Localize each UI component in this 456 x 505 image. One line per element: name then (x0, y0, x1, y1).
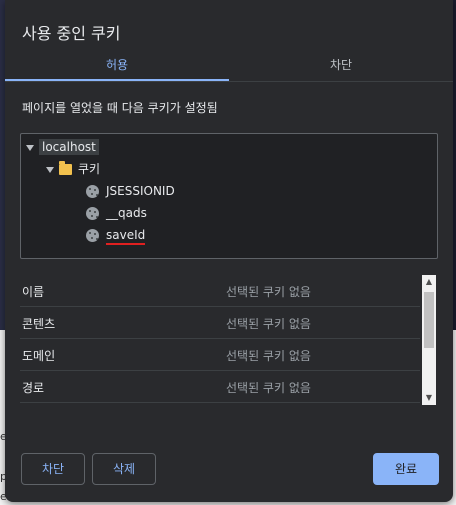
block-button[interactable]: 차단 (21, 453, 85, 485)
details-scrollbar[interactable]: ▲ ▼ (422, 275, 436, 405)
details-key: 경로 (22, 381, 45, 395)
expand-arrow-icon[interactable] (46, 166, 54, 173)
tab-bar: 허용 차단 (5, 51, 453, 82)
scroll-thumb[interactable] (424, 292, 434, 348)
tree-node-label: __qads (106, 206, 147, 220)
details-value: 선택된 쿠키 없음 (226, 317, 311, 331)
details-value: 선택된 쿠키 없음 (226, 285, 311, 299)
done-button[interactable]: 완료 (373, 453, 439, 485)
tree-node-label: saveId (106, 228, 146, 245)
cookies-dialog: 사용 중인 쿠키 허용 차단 페이지를 열었을 때 다음 쿠키가 설정됨 loc… (5, 0, 453, 502)
tree-node-label: JSESSIONID (106, 184, 175, 198)
tree-node-label: localhost (39, 139, 99, 155)
details-key: 콘텐츠 (22, 317, 56, 331)
dialog-title: 사용 중인 쿠키 (22, 24, 121, 43)
cookie-tree: localhost 쿠키 JSESSIONID __qads saveId (20, 133, 438, 259)
tree-node-cookie[interactable]: __qads (86, 203, 147, 223)
cookie-icon (86, 229, 99, 242)
delete-button[interactable]: 삭제 (92, 453, 156, 485)
details-row: 이름 선택된 쿠키 없음 (20, 275, 420, 307)
tree-node-label: 쿠키 (78, 162, 101, 176)
cookie-icon (86, 185, 99, 198)
tree-node-cookie[interactable]: saveId (86, 225, 146, 245)
details-key: 이름 (22, 285, 45, 299)
scroll-up-arrow-icon[interactable]: ▲ (422, 275, 436, 289)
tab-blocked[interactable]: 차단 (229, 51, 453, 81)
tree-node-folder[interactable]: 쿠키 (46, 159, 100, 179)
tab-allowed[interactable]: 허용 (5, 51, 229, 81)
cookie-details-panel: 이름 선택된 쿠키 없음 콘텐츠 선택된 쿠키 없음 도메인 선택된 쿠키 없음… (20, 275, 436, 405)
folder-icon (59, 161, 72, 175)
details-value: 선택된 쿠키 없음 (226, 381, 311, 395)
dialog-description: 페이지를 열었을 때 다음 쿠키가 설정됨 (22, 101, 218, 115)
cookie-icon (86, 207, 99, 220)
details-row: 경로 선택된 쿠키 없음 (20, 371, 420, 403)
details-row: 콘텐츠 선택된 쿠키 없음 (20, 307, 420, 339)
scroll-down-arrow-icon[interactable]: ▼ (422, 391, 436, 405)
tree-node-cookie[interactable]: JSESSIONID (86, 181, 175, 201)
details-row: 도메인 선택된 쿠키 없음 (20, 339, 420, 371)
details-value: 선택된 쿠키 없음 (226, 349, 311, 363)
expand-arrow-icon[interactable] (26, 144, 34, 151)
tree-node-host[interactable]: localhost (26, 137, 99, 157)
details-key: 도메인 (22, 349, 56, 363)
